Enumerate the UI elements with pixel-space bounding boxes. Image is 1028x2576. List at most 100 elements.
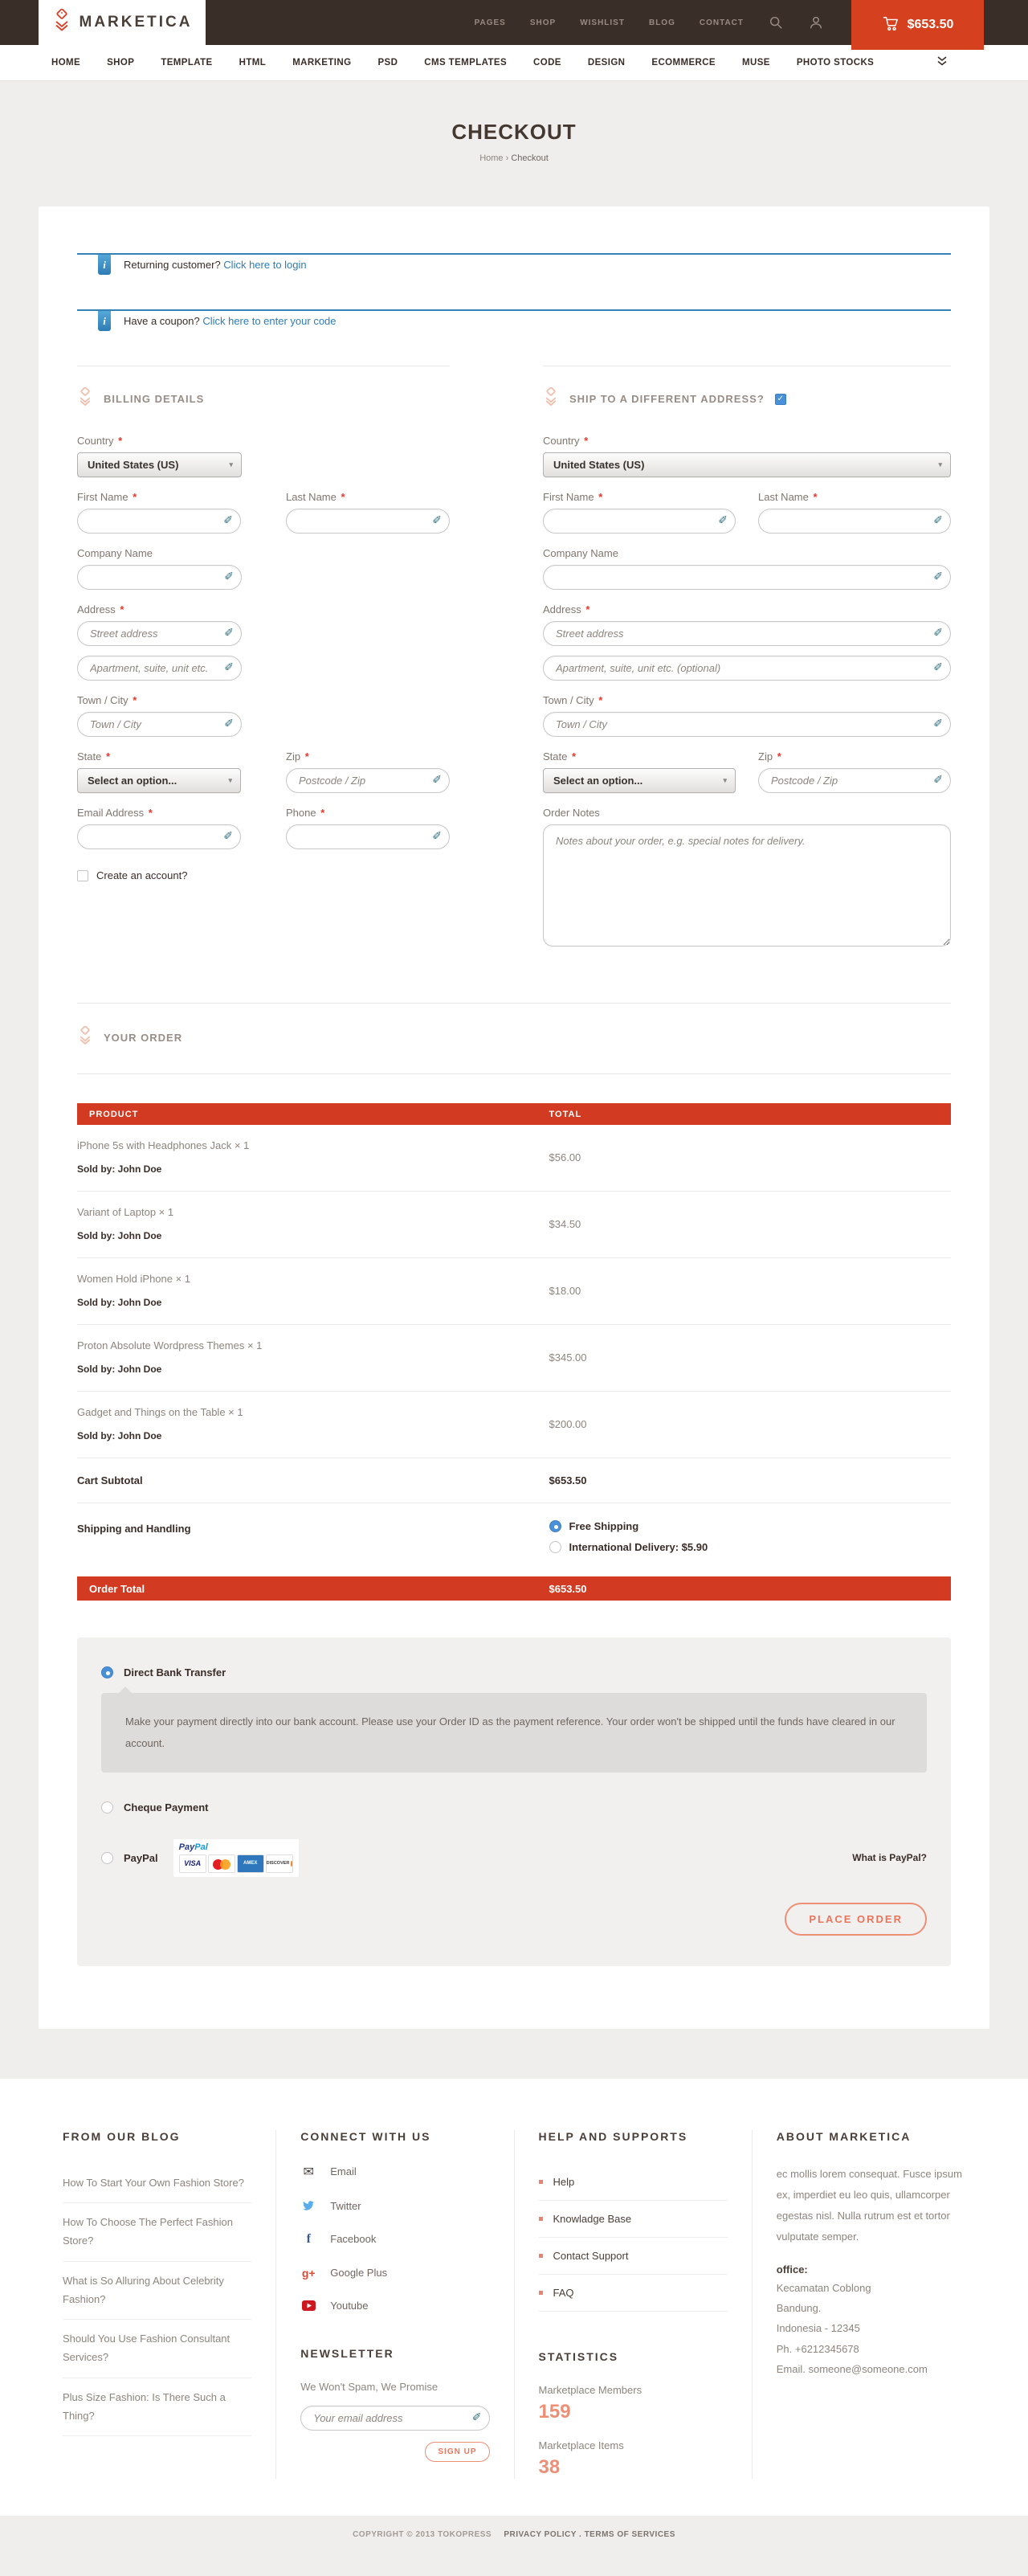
menu-design[interactable]: DESIGN — [588, 58, 626, 67]
menu-shop[interactable]: SHOP — [107, 58, 134, 67]
select-caret-icon: ▾ — [723, 776, 727, 785]
order-section-title: YOUR ORDER — [104, 1032, 182, 1044]
help-link[interactable]: Help — [539, 2164, 728, 2201]
last-name-label: Last Name — [286, 491, 337, 503]
order-table-header: PRODUCT TOTAL — [77, 1103, 951, 1125]
blog-post-link[interactable]: How To Start Your Own Fashion Store? — [63, 2164, 251, 2204]
menu-home[interactable]: HOME — [51, 58, 80, 67]
cart-button[interactable]: $653.50 — [851, 0, 984, 50]
menu-marketing[interactable]: MARKETING — [292, 58, 351, 67]
country-label: Country — [77, 435, 114, 447]
shipping-town-input[interactable] — [543, 712, 951, 737]
create-account-row: Create an account? — [77, 869, 450, 881]
brand-name: MARKETICA — [80, 14, 193, 31]
social-twitter-link[interactable]: Twitter — [300, 2200, 489, 2212]
shipping-free-radio[interactable] — [549, 1520, 561, 1532]
billing-town-input[interactable] — [77, 712, 242, 737]
menu-template[interactable]: TEMPLATE — [161, 58, 212, 67]
shipping-international-radio[interactable] — [549, 1541, 561, 1553]
blog-post-link[interactable]: How To Choose The Perfect Fashion Store? — [63, 2203, 251, 2262]
newsletter-email-input[interactable] — [300, 2406, 489, 2431]
help-link[interactable]: FAQ — [539, 2275, 728, 2312]
payment-cheque-radio[interactable] — [101, 1801, 113, 1813]
payment-bank-radio[interactable] — [101, 1666, 113, 1678]
country-label: Country — [543, 435, 580, 447]
blog-post-link[interactable]: Should You Use Fashion Consultant Servic… — [63, 2320, 251, 2378]
info-icon: i — [98, 311, 111, 331]
billing-company-input[interactable] — [77, 565, 242, 590]
ship-to-different-checkbox[interactable]: ✓ — [775, 394, 786, 405]
billing-phone-input[interactable] — [286, 824, 450, 849]
shipping-state-select[interactable]: Select an option... ▾ — [543, 768, 736, 793]
billing-zip-input[interactable] — [286, 768, 450, 793]
place-order-button[interactable]: PLACE ORDER — [785, 1903, 927, 1936]
billing-last-name-input[interactable] — [286, 509, 450, 534]
social-googleplus-link[interactable]: g+ Google Plus — [300, 2267, 489, 2280]
menu-ecommerce[interactable]: ECOMMERCE — [651, 58, 716, 67]
billing-email-input[interactable] — [77, 824, 241, 849]
town-label: Town / City — [77, 694, 128, 706]
top-nav-contact[interactable]: CONTACT — [700, 18, 744, 27]
top-nav-shop[interactable]: SHOP — [530, 18, 556, 27]
menu-muse[interactable]: MUSE — [742, 58, 770, 67]
shipping-zip-input[interactable] — [758, 768, 951, 793]
search-icon[interactable] — [768, 14, 784, 31]
create-account-checkbox[interactable] — [77, 870, 88, 881]
select-caret-icon: ▾ — [938, 460, 942, 469]
shipping-first-name-field: First Name * ✐ — [543, 491, 736, 534]
top-nav-wishlist[interactable]: WISHLIST — [580, 18, 625, 27]
twitter-icon — [300, 2200, 316, 2211]
menu-psd[interactable]: PSD — [377, 58, 398, 67]
address-label: Address — [543, 603, 581, 615]
square-bullet-icon — [539, 2291, 543, 2295]
billing-apartment-input[interactable] — [77, 656, 242, 681]
blog-post-link[interactable]: What is So Alluring About Celebrity Fash… — [63, 2262, 251, 2320]
coupon-link[interactable]: Click here to enter your code — [202, 315, 336, 327]
mastercard-card-icon — [208, 1854, 235, 1873]
social-email-link[interactable]: ✉ Email — [300, 2164, 489, 2180]
social-label: Youtube — [330, 2300, 368, 2312]
shipping-street-input[interactable] — [543, 621, 951, 646]
login-link[interactable]: Click here to login — [223, 259, 306, 271]
menu-photo-stocks[interactable]: PHOTO STOCKS — [797, 58, 874, 67]
menu-html[interactable]: HTML — [239, 58, 267, 67]
product-seller: Sold by: John Doe — [77, 1163, 549, 1175]
menu-code[interactable]: CODE — [533, 58, 561, 67]
product-seller: Sold by: John Doe — [77, 1230, 549, 1241]
billing-first-name-input[interactable] — [77, 509, 241, 534]
order-notes-textarea[interactable] — [543, 824, 951, 947]
billing-state-select[interactable]: Select an option... ▾ — [77, 768, 241, 793]
help-link[interactable]: Contact Support — [539, 2238, 728, 2275]
top-nav-pages[interactable]: PAGES — [475, 18, 506, 27]
payment-paypal-radio[interactable] — [101, 1852, 113, 1864]
user-icon[interactable] — [808, 14, 824, 31]
newsletter-block: NEWSLETTER We Won't Spam, We Promise ✐ S… — [300, 2347, 489, 2462]
shipping-label: Shipping and Handling — [77, 1516, 549, 1562]
office-line: Ph. +6212345678 — [777, 2339, 965, 2359]
shipping-country-select[interactable]: United States (US) ▾ — [543, 452, 951, 477]
what-is-paypal-link[interactable]: What is PayPal? — [852, 1852, 927, 1863]
shipping-first-name-input[interactable] — [543, 509, 736, 534]
payment-bank-label: Direct Bank Transfer — [124, 1666, 226, 1678]
top-nav-blog[interactable]: BLOG — [649, 18, 675, 27]
billing-country-select[interactable]: United States (US) ▾ — [77, 452, 242, 477]
menu-cms-templates[interactable]: CMS TEMPLATES — [424, 58, 507, 67]
shipping-apartment-input[interactable] — [543, 656, 951, 681]
billing-country-field: Country * United States (US) ▾ — [77, 435, 450, 477]
newsletter-signup-button[interactable]: SIGN UP — [425, 2442, 489, 2462]
help-link[interactable]: Knowladge Base — [539, 2201, 728, 2238]
country-value: United States (US) — [88, 459, 178, 471]
brand-logo[interactable]: MARKETICA — [39, 0, 206, 45]
required-mark: * — [598, 694, 602, 706]
shipping-country-field: Country * United States (US) ▾ — [543, 435, 951, 477]
social-youtube-link[interactable]: Youtube — [300, 2300, 489, 2312]
billing-street-input[interactable] — [77, 621, 242, 646]
blog-post-link[interactable]: Plus Size Fashion: Is There Such a Thing… — [63, 2378, 251, 2437]
shipping-company-input[interactable] — [543, 565, 951, 590]
double-chevron-down-icon[interactable] — [936, 55, 948, 70]
social-facebook-link[interactable]: f Facebook — [300, 2232, 489, 2247]
breadcrumb-home[interactable]: Home — [479, 153, 503, 163]
shipping-last-name-input[interactable] — [758, 509, 951, 534]
checkout-card: i Returning customer? Click here to logi… — [39, 206, 989, 2029]
legal-links[interactable]: PRIVACY POLICY . TERMS OF SERVICES — [504, 2530, 675, 2539]
